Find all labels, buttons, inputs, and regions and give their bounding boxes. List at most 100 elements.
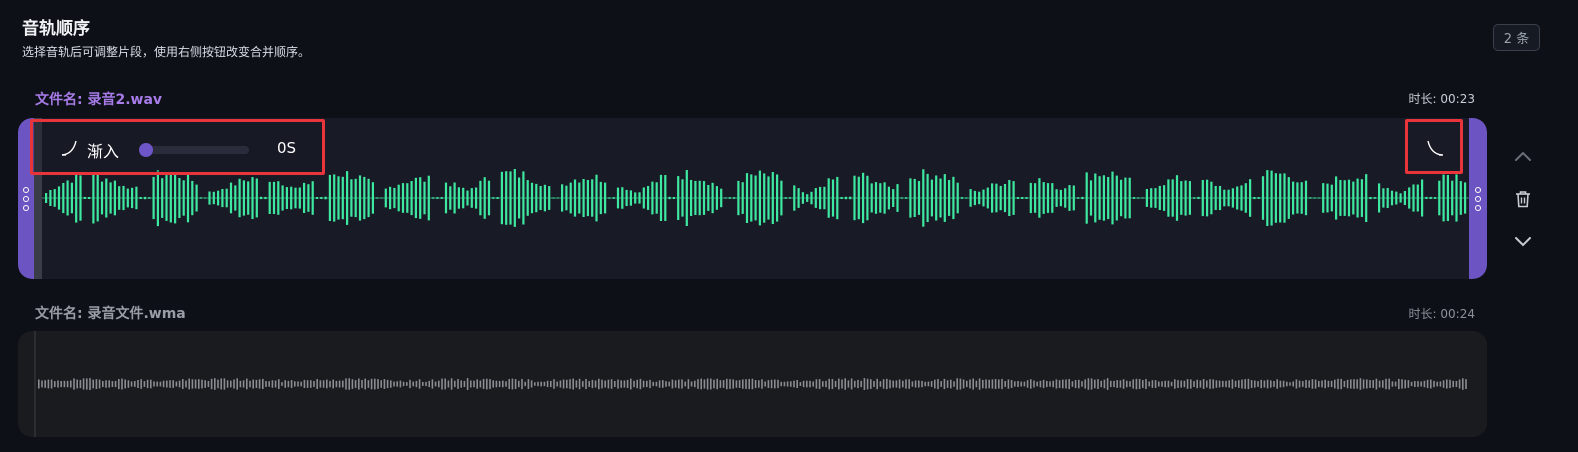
waveform-bar	[50, 379, 53, 389]
waveform-bar	[172, 380, 174, 388]
waveform-bar	[1128, 177, 1131, 219]
waveform-bar	[1442, 174, 1445, 222]
waveform-bar	[1202, 379, 1205, 389]
track-2-panel[interactable]	[18, 331, 1487, 437]
waveform-bar	[978, 191, 981, 205]
waveform-bar	[284, 380, 286, 388]
waveform-bar	[399, 380, 402, 388]
waveform-bar	[887, 186, 890, 210]
track-1-right-trim-handle[interactable]	[1469, 118, 1487, 279]
waveform-bar	[300, 381, 302, 387]
waveform-bar	[959, 378, 962, 390]
waveform-bar	[100, 181, 104, 215]
waveform-bar	[1298, 380, 1301, 388]
waveform-bar	[425, 381, 427, 387]
fade-in-curve-icon	[61, 140, 77, 156]
waveform-bar	[153, 381, 155, 387]
waveform-bar	[1175, 175, 1179, 221]
waveform-bar	[1001, 378, 1003, 390]
waveform-bar	[322, 380, 325, 388]
waveform-bar	[96, 174, 99, 222]
waveform-bar	[1116, 380, 1118, 388]
waveform-bar	[1313, 197, 1316, 199]
waveform-bar	[271, 380, 274, 388]
track-2-waveform[interactable]	[36, 331, 1469, 437]
waveform-bar	[1446, 379, 1448, 389]
track-1-duration: 时长: 00:23	[1408, 92, 1475, 106]
waveform-bar	[771, 172, 774, 224]
waveform-bar	[582, 179, 585, 217]
waveform-bar	[953, 381, 955, 387]
waveform-bar	[556, 197, 559, 199]
waveform-bar	[642, 187, 645, 209]
waveform-bar	[863, 378, 866, 390]
waveform-bar	[1030, 379, 1032, 389]
waveform-bar	[831, 179, 835, 217]
waveform-bar	[573, 179, 577, 217]
waveform-bar	[995, 183, 998, 213]
waveform-bar	[479, 380, 482, 388]
waveform-bar	[137, 380, 139, 388]
move-down-button[interactable]	[1508, 227, 1538, 257]
waveform-bar	[790, 381, 792, 387]
waveform-bar	[946, 380, 949, 388]
waveform-bar	[1180, 380, 1182, 388]
fade-in-slider[interactable]	[139, 143, 249, 157]
waveform-bar	[973, 190, 976, 206]
fade-in-slider-knob[interactable]	[139, 143, 153, 157]
waveform-bar	[70, 182, 73, 214]
waveform-bar	[879, 381, 882, 387]
waveform-bar	[303, 182, 306, 213]
waveform-bar	[1206, 380, 1208, 388]
waveform-bar	[1270, 380, 1272, 388]
waveform-bar	[207, 381, 210, 388]
waveform-bar	[694, 180, 697, 215]
waveform-bar	[1218, 380, 1221, 388]
waveform-bar	[63, 380, 66, 388]
waveform-bar	[457, 379, 459, 389]
waveform-bar	[427, 175, 430, 221]
waveform-bar	[401, 183, 405, 213]
waveform-bar	[939, 178, 942, 218]
waveform-bar	[647, 186, 650, 210]
waveform-bar	[1068, 185, 1071, 211]
waveform-bar	[1098, 176, 1101, 220]
waveform-bar	[255, 178, 258, 218]
waveform-bar	[1375, 378, 1378, 390]
waveform-bar	[1249, 179, 1252, 217]
waveform-bar	[1049, 381, 1051, 387]
waveform-bar	[1464, 182, 1467, 214]
waveform-bar	[793, 185, 796, 211]
waveform-bar	[156, 170, 159, 227]
waveform-bar	[1033, 380, 1035, 388]
waveform-bar	[335, 380, 338, 388]
waveform-bar	[518, 380, 520, 388]
waveform-bar	[1183, 380, 1186, 388]
waveform-bar	[678, 379, 680, 389]
waveform-bar	[361, 380, 363, 389]
waveform-bar	[674, 380, 677, 388]
waveform-bar	[1107, 177, 1110, 220]
waveform-bar	[777, 379, 779, 389]
waveform-bar	[1171, 179, 1174, 217]
waveform-bar	[1382, 380, 1384, 388]
waveform-bar	[169, 380, 171, 388]
waveform-bar	[1261, 176, 1265, 220]
waveform-bar	[962, 379, 965, 389]
waveform-bar	[621, 187, 624, 209]
track-count-badge: 2 条	[1493, 24, 1540, 51]
waveform-bar	[76, 379, 78, 389]
waveform-bar	[1218, 186, 1222, 211]
waveform-bar	[364, 378, 366, 390]
waveform-bar	[1343, 180, 1346, 216]
delete-track-button[interactable]	[1508, 184, 1538, 214]
move-up-button[interactable]	[1508, 141, 1538, 171]
waveform-bar	[1158, 381, 1160, 387]
waveform-bar	[311, 181, 314, 215]
fade-out-button[interactable]	[1405, 119, 1463, 174]
waveform-bar	[548, 186, 551, 210]
waveform-bar	[1077, 197, 1080, 199]
waveform-bar	[1209, 379, 1211, 389]
waveform-bar	[849, 196, 852, 200]
waveform-bar	[1322, 183, 1325, 213]
